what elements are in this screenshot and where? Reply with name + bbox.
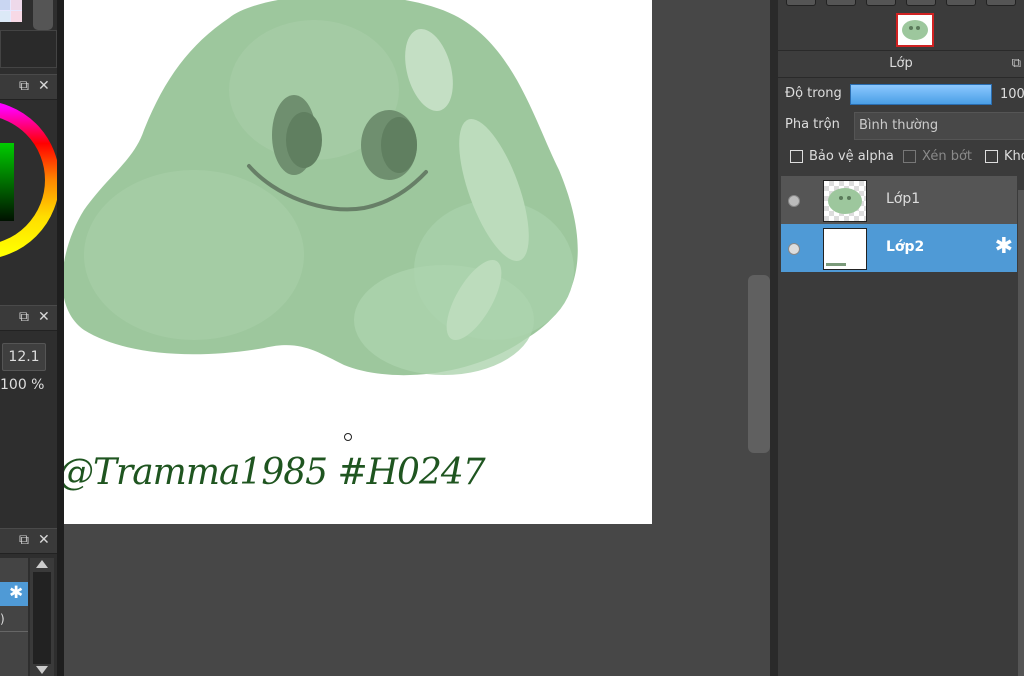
close-icon[interactable]: ✕ (38, 532, 50, 548)
close-icon[interactable]: ✕ (38, 78, 50, 94)
layer-panel-title: Lớp ⧉ (778, 50, 1024, 78)
mini-layer-selected[interactable]: ✱ (0, 582, 28, 606)
layer-thumbnail (823, 180, 867, 222)
lock-checkbox[interactable] (985, 150, 998, 163)
swatch-scroll-handle[interactable] (33, 0, 53, 30)
gear-icon[interactable]: ✱ (995, 235, 1013, 259)
layer-panel: Lớp ⧉ Độ trong 100 Pha trộn Bình thường … (778, 0, 1024, 676)
drawing-canvas[interactable]: @Tramma1985 #H0247 (64, 0, 652, 524)
protect-alpha-checkbox[interactable] (790, 150, 803, 163)
clipping-checkbox[interactable] (903, 150, 916, 163)
toolbar-tab[interactable] (986, 0, 1016, 6)
brush-size-field[interactable]: 12.1 (2, 343, 46, 371)
brush-cursor (344, 433, 352, 441)
blend-mode-select[interactable]: Bình thường (854, 112, 1024, 140)
gear-icon[interactable]: ✱ (9, 583, 23, 603)
opacity-label: Độ trong (785, 86, 842, 101)
opacity-value: 100 (1000, 87, 1024, 102)
layer-row[interactable]: Lớp1 (781, 176, 1017, 224)
popout-icon[interactable]: ⧉ (19, 309, 29, 325)
layer-name: Lớp1 (886, 191, 921, 207)
slime-drawing (64, 0, 578, 376)
scroll-down-arrow-icon[interactable] (36, 666, 48, 674)
layer-list: Lớp1 Lớp2 ✱ (778, 172, 1024, 676)
layer-row-selected[interactable]: Lớp2 ✱ (781, 224, 1017, 272)
opacity-slider[interactable] (850, 84, 992, 105)
popout-icon[interactable]: ⧉ (1012, 51, 1021, 77)
popout-icon[interactable]: ⧉ (19, 78, 29, 94)
signature-text: @Tramma1985 #H0247 (64, 452, 486, 493)
clipping-label: Xén bớt (922, 149, 972, 164)
layer-panel-title-text: Lớp (889, 56, 913, 71)
mini-layer-list[interactable]: ✱ ) (0, 558, 28, 676)
navigator-thumbnail[interactable] (896, 13, 934, 47)
toolbar-tab[interactable] (946, 0, 976, 6)
toolbar-tab[interactable] (906, 0, 936, 6)
brush-opacity-value: 100 % (0, 377, 45, 393)
canvas-vertical-scrollbar[interactable] (748, 275, 770, 453)
brush-size-panel-title: ⧉ ✕ (0, 305, 57, 331)
layer-thumbnail (823, 228, 867, 270)
color-wheel-panel-title: ⧉ ✕ (0, 74, 57, 100)
toolbar-tab[interactable] (866, 0, 896, 6)
visibility-eye-icon[interactable] (788, 243, 800, 255)
color-swatch-grid[interactable] (0, 0, 22, 22)
layer-name: Lớp2 (886, 239, 925, 255)
scroll-up-arrow-icon[interactable] (36, 560, 48, 568)
bottom-panel-title: ⧉ ✕ (0, 528, 57, 554)
lock-label: Khó (1004, 149, 1024, 164)
popout-icon[interactable]: ⧉ (19, 532, 29, 548)
protect-alpha-label: Bảo vệ alpha (809, 149, 894, 164)
toolbar-tab[interactable] (826, 0, 856, 6)
layer-list-scrollbar[interactable] (1018, 190, 1024, 676)
mini-scrollbar[interactable] (30, 558, 54, 676)
color-wheel[interactable] (0, 100, 57, 300)
left-panels: ⧉ ✕ ⧉ ✕ 12.1 100 % ⧉ ✕ ✱) (0, 0, 57, 676)
close-icon[interactable]: ✕ (38, 309, 50, 325)
visibility-eye-icon[interactable] (788, 195, 800, 207)
toolbar-tab[interactable] (786, 0, 816, 6)
blend-mode-label: Pha trộn (785, 117, 840, 132)
